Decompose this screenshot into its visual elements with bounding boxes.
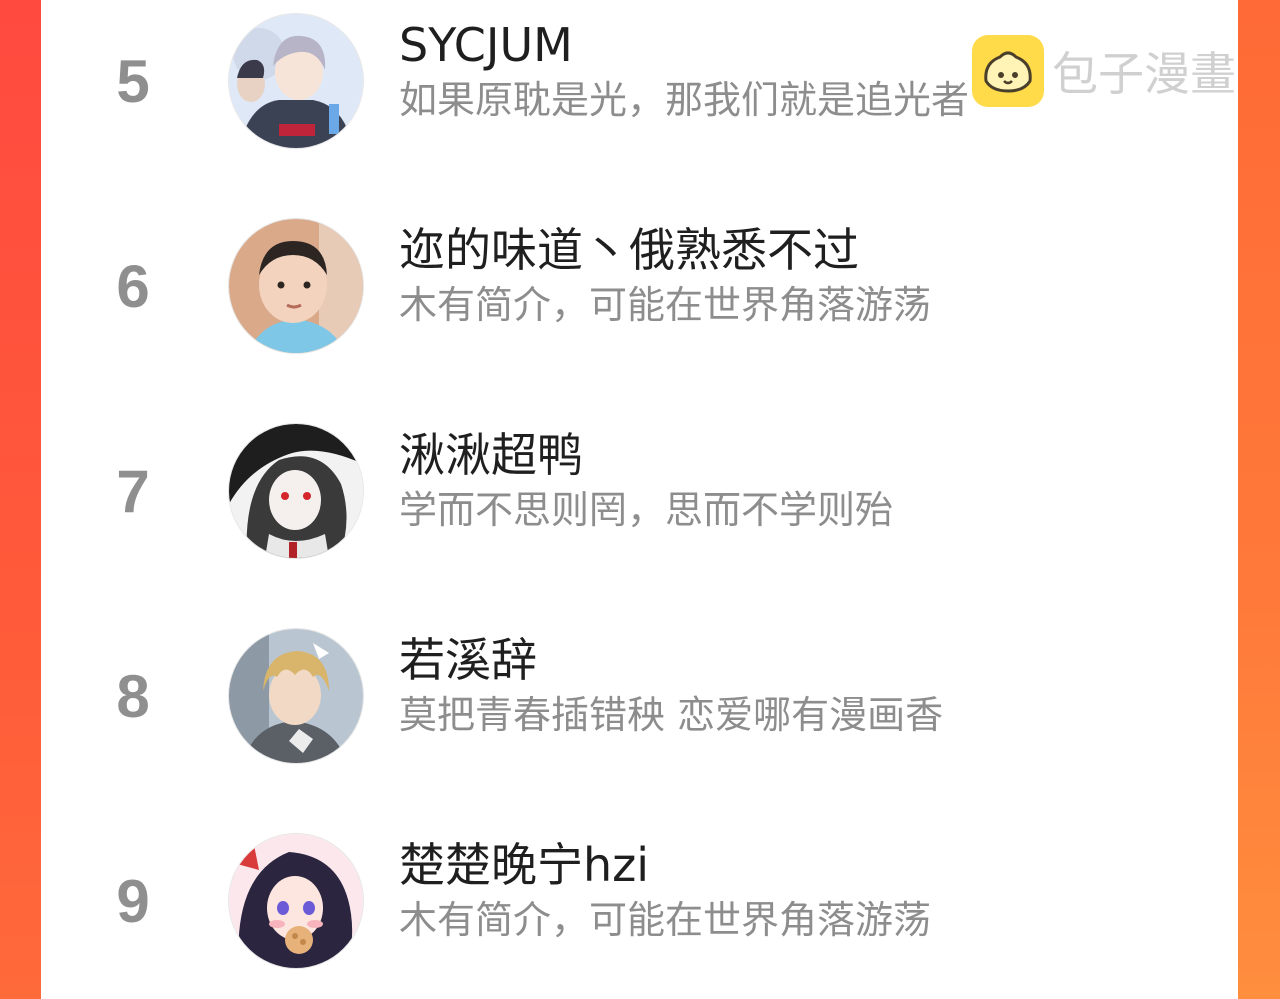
ranking-row[interactable]: 8 若溪辞 莫把青春插错秧 恋爱哪有漫画香	[41, 615, 1238, 785]
rank-number: 5	[116, 48, 150, 115]
user-name[interactable]: 若溪辞	[399, 635, 537, 686]
ranking-row[interactable]: 6 迩的味道丶俄熟悉不过 木有简介，可能在世界角落游荡	[41, 205, 1238, 375]
rank-number: 6	[116, 253, 150, 320]
watermark: 包子漫畫	[972, 35, 1236, 107]
user-bio: 木有简介，可能在世界角落游荡	[399, 283, 932, 327]
ranking-row[interactable]: 9 楚楚晚宁hzi 木有简介，可能在世界角落游荡	[41, 820, 1238, 990]
left-background-strip	[0, 0, 41, 999]
watermark-text: 包子漫畫	[1052, 47, 1236, 101]
avatar-anime-boy-hoodie-icon	[229, 14, 363, 148]
user-name[interactable]: 湫湫超鸭	[399, 430, 583, 481]
right-background-strip	[1238, 0, 1280, 999]
user-bio: 学而不思则罔，思而不学则殆	[399, 488, 894, 532]
ranking-panel: 5 SYCJUM 如果原耽是光，那我们就是追光者 6 迩的味道丶俄熟悉不过 木有…	[41, 0, 1238, 999]
user-avatar[interactable]	[229, 219, 363, 353]
user-bio: 木有简介，可能在世界角落游荡	[399, 898, 932, 942]
bun-logo-icon	[972, 35, 1044, 107]
ranking-row[interactable]: 7 湫湫超鸭 学而不思则罔，思而不学则殆	[41, 410, 1238, 580]
user-avatar[interactable]	[229, 834, 363, 968]
user-name[interactable]: 迩的味道丶俄熟悉不过	[399, 225, 859, 276]
avatar-anime-blonde-boy-icon	[229, 629, 363, 763]
user-avatar[interactable]	[229, 424, 363, 558]
avatar-monochrome-girl-icon	[229, 424, 363, 558]
user-bio: 莫把青春插错秧 恋爱哪有漫画香	[399, 693, 944, 737]
avatar-child-photo-icon	[229, 219, 363, 353]
user-name[interactable]: 楚楚晚宁hzi	[399, 840, 649, 891]
rank-number: 9	[116, 868, 150, 935]
user-avatar[interactable]	[229, 629, 363, 763]
user-avatar[interactable]	[229, 14, 363, 148]
user-name[interactable]: SYCJUM	[399, 20, 573, 71]
rank-number: 7	[116, 458, 150, 525]
avatar-anime-girl-cookie-icon	[229, 834, 363, 968]
rank-number: 8	[116, 663, 150, 730]
user-bio: 如果原耽是光，那我们就是追光者	[399, 78, 970, 122]
